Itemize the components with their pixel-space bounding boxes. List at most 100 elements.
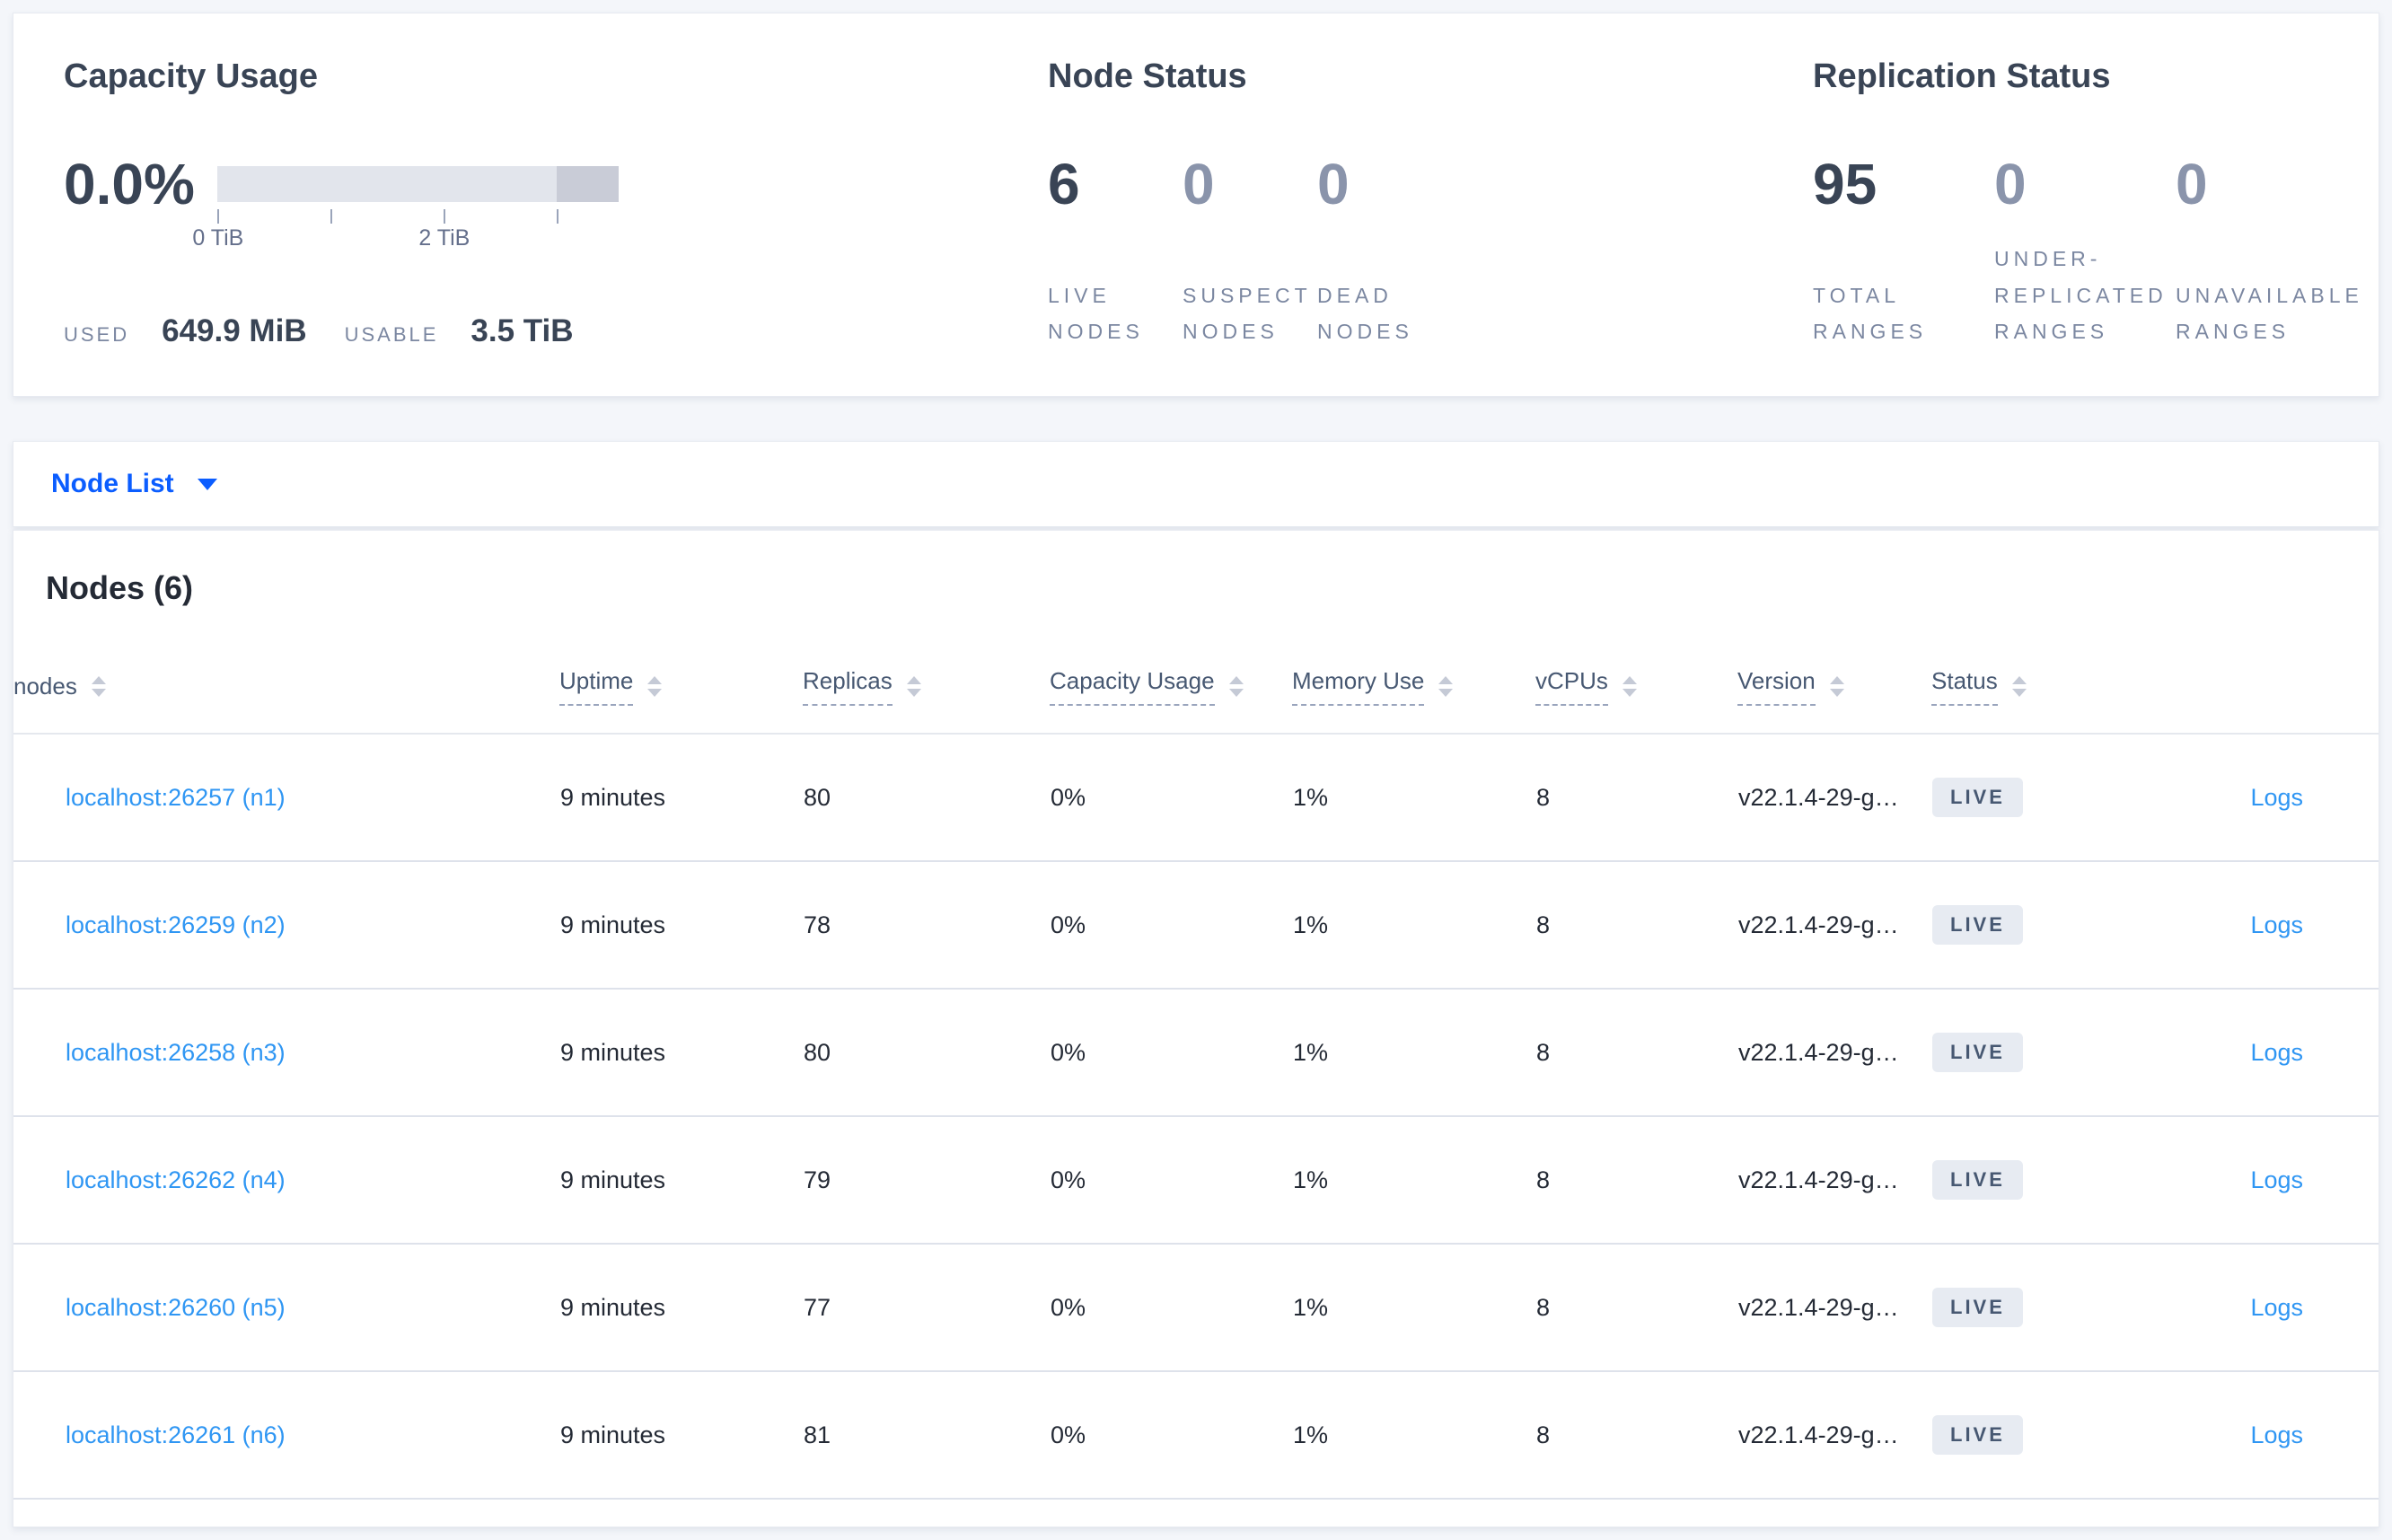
status-cell: LIVE: [1931, 734, 2147, 862]
replicas-cell: 80: [803, 734, 1050, 862]
stat-label: SUSPECT NODES: [1183, 283, 1312, 343]
column-header[interactable]: Status: [1931, 610, 2147, 735]
node-link[interactable]: localhost:26260 (n5): [66, 1294, 286, 1321]
column-header[interactable]: Version: [1737, 610, 1931, 735]
column-header[interactable]: vCPUs: [1535, 610, 1737, 735]
column-header-label: Version: [1737, 667, 1816, 706]
node-list-dropdown[interactable]: Node List: [51, 469, 217, 499]
capacity-axis: [216, 202, 619, 225]
node-link[interactable]: localhost:26258 (n3): [66, 1039, 286, 1066]
node-link[interactable]: localhost:26262 (n4): [66, 1166, 286, 1193]
table-row: localhost:26261 (n6) 9 minutes 81 0% 1% …: [13, 1371, 2379, 1500]
version-cell: v22.1.4-29-g…: [1737, 989, 1931, 1117]
logs-cell: Logs: [2147, 734, 2379, 862]
node-address-cell: localhost:26257 (n1): [13, 734, 559, 862]
vcpus-cell: 8: [1535, 1244, 1737, 1372]
logs-link[interactable]: Logs: [2250, 1039, 2303, 1066]
column-header[interactable]: [2147, 610, 2379, 735]
sort-icon: [1829, 676, 1844, 697]
capacity-bar: [216, 166, 619, 202]
logs-link[interactable]: Logs: [2250, 911, 2303, 938]
logs-cell: Logs: [2147, 989, 2379, 1117]
capacity-usage-cell: 0%: [1050, 1116, 1292, 1245]
status-cell: LIVE: [1931, 1244, 2147, 1372]
column-header[interactable]: Replicas: [803, 610, 1050, 735]
capacity-percent-value: 0.0%: [64, 152, 195, 216]
axis-tick: [443, 209, 445, 224]
table-row: localhost:26257 (n1) 9 minutes 80 0% 1% …: [13, 734, 2379, 862]
vcpus-cell: 8: [1535, 1371, 1737, 1500]
node-address-cell: localhost:26258 (n3): [13, 989, 559, 1117]
logs-cell: Logs: [2147, 1116, 2379, 1245]
version-cell: v22.1.4-29-g…: [1737, 1244, 1931, 1372]
nodes-table: nodes Uptime Replicas Capacity Usage Mem…: [13, 610, 2379, 1500]
node-address-cell: localhost:26262 (n4): [13, 1116, 559, 1245]
used-label: USED: [64, 323, 130, 346]
replication-status-stats: 95 TOTAL RANGES 0 UNDER-REPLICATED RANGE…: [1813, 98, 2359, 349]
nodes-count-title: Nodes (6): [46, 569, 194, 606]
column-header-label: Status: [1931, 667, 1998, 706]
vcpus-cell: 8: [1535, 861, 1737, 990]
logs-link[interactable]: Logs: [2250, 1294, 2303, 1321]
version-cell: v22.1.4-29-g…: [1737, 1116, 1931, 1245]
status-badge: LIVE: [1932, 905, 2023, 945]
replicas-cell: 78: [803, 861, 1050, 990]
status-badge: LIVE: [1932, 1033, 2023, 1072]
logs-link[interactable]: Logs: [2250, 784, 2303, 811]
table-row: localhost:26262 (n4) 9 minutes 79 0% 1% …: [13, 1116, 2379, 1245]
stat-value: 0: [2176, 152, 2208, 216]
column-header-label: nodes: [13, 673, 77, 700]
logs-cell: Logs: [2147, 1244, 2379, 1372]
memory-use-cell: 1%: [1292, 1116, 1535, 1245]
vcpus-cell: 8: [1535, 989, 1737, 1117]
uptime-cell: 9 minutes: [559, 1116, 803, 1245]
table-row: localhost:26258 (n3) 9 minutes 80 0% 1% …: [13, 989, 2379, 1117]
stat: 95 TOTAL RANGES: [1813, 98, 1994, 349]
version-cell: v22.1.4-29-g…: [1737, 861, 1931, 990]
stat: 0 SUSPECT NODES: [1183, 98, 1317, 349]
uptime-cell: 9 minutes: [559, 1371, 803, 1500]
logs-link[interactable]: Logs: [2250, 1421, 2303, 1448]
capacity-usage-cell: 0%: [1050, 1244, 1292, 1372]
column-header[interactable]: Capacity Usage: [1050, 610, 1292, 735]
table-header-row: nodes Uptime Replicas Capacity Usage Mem…: [13, 610, 2379, 735]
capacity-usage-cell: 0%: [1050, 989, 1292, 1117]
node-status-section: Node Status 6 LIVE NODES 0 SUSPECT NODES…: [1048, 55, 1813, 349]
node-link[interactable]: localhost:26261 (n6): [66, 1421, 286, 1448]
status-badge: LIVE: [1932, 778, 2023, 817]
capacity-axis-labels: 0 TiB 2 TiB: [192, 225, 619, 254]
stat-label: UNDER-REPLICATED RANGES: [1994, 247, 2168, 343]
capacity-used-usable-row: USED 649.9 MiB USABLE 3.5 TiB: [64, 313, 1048, 349]
column-header-label: Capacity Usage: [1050, 667, 1215, 706]
stat-value: 95: [1813, 152, 1878, 216]
capacity-gauge: 0.0% 0 TiB 2 TiB: [64, 148, 1048, 254]
node-status-title: Node Status: [1048, 57, 1247, 95]
stat-value: 6: [1048, 152, 1080, 216]
logs-cell: Logs: [2147, 861, 2379, 990]
capacity-usage-cell: 0%: [1050, 861, 1292, 990]
node-link[interactable]: localhost:26257 (n1): [66, 784, 286, 811]
column-header[interactable]: nodes: [13, 610, 559, 735]
uptime-cell: 9 minutes: [559, 1244, 803, 1372]
logs-link[interactable]: Logs: [2250, 1166, 2303, 1193]
capacity-usage-cell: 0%: [1050, 734, 1292, 862]
table-row: localhost:26260 (n5) 9 minutes 77 0% 1% …: [13, 1244, 2379, 1372]
uptime-cell: 9 minutes: [559, 989, 803, 1117]
table-row: localhost:26259 (n2) 9 minutes 78 0% 1% …: [13, 861, 2379, 990]
axis-tick: [556, 209, 558, 224]
stat-label: TOTAL RANGES: [1813, 283, 1928, 343]
status-cell: LIVE: [1931, 989, 2147, 1117]
status-cell: LIVE: [1931, 861, 2147, 990]
column-header[interactable]: Uptime: [559, 610, 803, 735]
node-address-cell: localhost:26260 (n5): [13, 1244, 559, 1372]
capacity-usage-section: Capacity Usage 0.0% 0 TiB 2 TiB USED 649…: [64, 55, 1048, 349]
axis-tick-label: 2 TiB: [418, 225, 470, 251]
cluster-overview-page: Capacity Usage 0.0% 0 TiB 2 TiB USED 649…: [0, 0, 2392, 1540]
stat: 0 UNDER-REPLICATED RANGES: [1994, 98, 2176, 349]
node-link[interactable]: localhost:26259 (n2): [66, 911, 286, 938]
stat-value: 0: [1994, 152, 2027, 216]
column-header[interactable]: Memory Use: [1292, 610, 1535, 735]
memory-use-cell: 1%: [1292, 1244, 1535, 1372]
capacity-usage-title: Capacity Usage: [64, 57, 319, 95]
memory-use-cell: 1%: [1292, 734, 1535, 862]
